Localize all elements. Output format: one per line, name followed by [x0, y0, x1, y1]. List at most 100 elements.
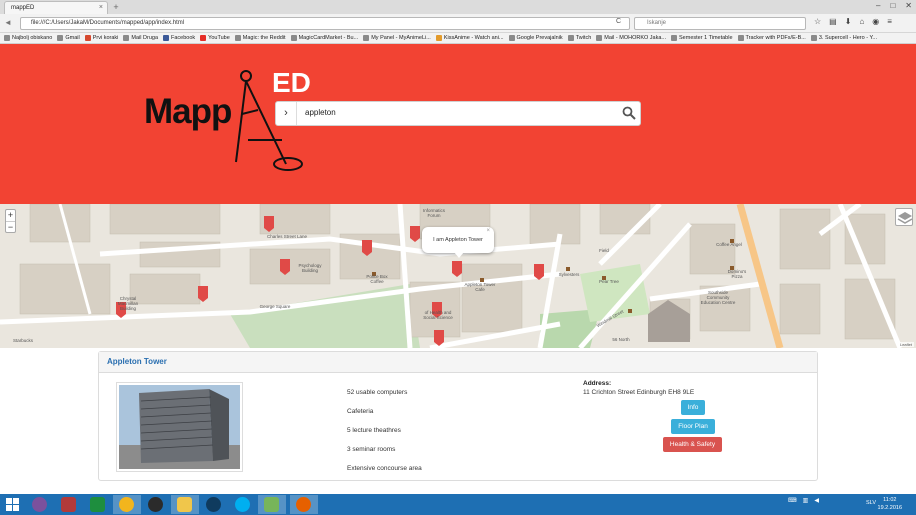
bookmark-item[interactable]: Tracker with PDFs/E-B...	[737, 33, 806, 43]
bookmark-icon	[810, 35, 817, 41]
toolbar-icons: ☆ ▤ ⬇ ⌂ ◉ ≡	[814, 17, 892, 26]
bookmark-item[interactable]: MagicCardMarket - Bu...	[290, 33, 358, 43]
bookmark-icon	[200, 35, 207, 41]
url-input[interactable]: file:///C:/Users/JakaM/Documents/mapped/…	[20, 17, 630, 30]
facility-item: Extensive concourse area	[347, 465, 422, 472]
bookmark-icon	[596, 35, 603, 41]
map-label: Psychology Building	[298, 263, 322, 273]
search-input[interactable]: appleton	[305, 108, 336, 117]
browser-tab[interactable]: mappED ×	[4, 1, 108, 14]
bookmark-star-icon[interactable]: ☆	[814, 17, 821, 26]
zoom-out-button[interactable]: −	[6, 221, 15, 232]
network-icon[interactable]: ▥	[803, 497, 809, 504]
tab-close-icon[interactable]: ×	[99, 4, 103, 11]
building-photo	[116, 382, 243, 472]
facility-item: 5 lecture theathres	[347, 427, 401, 434]
address-value: 11 Crichton Street Edinburgh EH8 9LE	[583, 389, 695, 396]
language-indicator[interactable]: SLV	[866, 500, 876, 506]
popup-close-icon[interactable]: ×	[486, 218, 490, 244]
zoom-in-button[interactable]: +	[6, 210, 15, 221]
download-icon[interactable]: ⬇	[845, 17, 852, 26]
facility-item: 3 seminar rooms	[347, 446, 396, 453]
floor-plan-button[interactable]: Floor Plan	[671, 419, 715, 434]
map-label: Southside Community Education Centre	[700, 290, 736, 305]
maximize-icon[interactable]: □	[890, 0, 895, 12]
bookmark-icon	[435, 35, 442, 41]
bookmark-item[interactable]: Mail Druga	[123, 33, 158, 43]
home-icon[interactable]: ⌂	[859, 17, 864, 26]
bookmarks-bar: Najbolj obiskano Gmail Prvi koraki Mail …	[0, 33, 916, 44]
map-label: Sylvesters	[558, 272, 580, 277]
bookmark-item[interactable]: Najbolj obiskano	[4, 33, 52, 43]
bookmark-icon	[671, 35, 678, 41]
bookmark-item[interactable]: 3. Supercell - Hero - Y...	[810, 33, 877, 43]
close-window-icon[interactable]: ✕	[905, 0, 912, 12]
bookmark-icon	[508, 35, 515, 41]
firefox-icon[interactable]	[290, 495, 318, 514]
reading-list-icon[interactable]: ▤	[829, 17, 837, 26]
map-label: Chrystal Macmillan Building	[117, 296, 139, 311]
keyboard-icon[interactable]: ⌨	[788, 497, 797, 504]
search-toggle-button[interactable]: ›	[276, 102, 297, 125]
map-label: Domino's Pizza	[727, 269, 747, 279]
reload-icon[interactable]: C	[616, 18, 621, 25]
window-controls: – □ ✕	[876, 0, 912, 12]
bookmark-item[interactable]: Twitch	[567, 33, 591, 43]
pocket-icon[interactable]: ◉	[872, 17, 879, 26]
search-box: › appleton	[275, 101, 641, 126]
map-label: Field	[599, 248, 609, 253]
popup-tip	[454, 252, 464, 258]
map-label: Informatics Forum	[422, 208, 445, 218]
volume-icon[interactable]: ◀	[814, 497, 819, 504]
clock[interactable]: 11:02 19.2.2016	[878, 496, 902, 512]
browser-titlebar: mappED × + – □ ✕	[0, 0, 916, 14]
bookmark-item[interactable]: Prvi koraki	[84, 33, 118, 43]
info-button[interactable]: Info	[681, 400, 705, 415]
bookmark-item[interactable]: Mail - MOHORKO Jaka...	[596, 33, 666, 43]
steam-icon[interactable]	[200, 495, 228, 514]
bookmark-item[interactable]: Gmail	[57, 33, 80, 43]
bookmark-item[interactable]: Semester 1 Timetable	[671, 33, 733, 43]
popup-text: I am Appleton Tower	[433, 237, 483, 243]
map-label: 56 North	[612, 337, 630, 342]
viber-icon[interactable]	[26, 495, 54, 514]
bookmark-item[interactable]: Magic: the Reddit	[234, 33, 286, 43]
skype-icon[interactable]	[229, 495, 257, 514]
back-icon[interactable]: ◄	[4, 18, 12, 27]
bookmark-icon	[123, 35, 130, 41]
game-icon[interactable]	[55, 495, 83, 514]
zoom-control: + −	[5, 209, 16, 233]
map-label: Charles Street Lane	[266, 234, 308, 239]
system-tray: ⌨ ▥ ◀	[788, 497, 819, 504]
bookmark-item[interactable]: Google Prevajalnik	[508, 33, 563, 43]
map-popup: I am Appleton Tower ×	[422, 227, 494, 258]
bookmark-item[interactable]: KissAnime - Watch ani...	[435, 33, 504, 43]
facility-list: 52 usable computers Cafeteria 5 lecture …	[347, 389, 422, 484]
building-title: Appleton Tower	[99, 352, 817, 373]
layers-button[interactable]	[895, 208, 913, 226]
map-label: Coffee Angel	[716, 242, 742, 247]
chrome-icon[interactable]	[113, 495, 141, 514]
image-icon[interactable]	[258, 495, 286, 514]
clock-date: 19.2.2016	[877, 505, 902, 511]
new-tab-button[interactable]: +	[110, 2, 122, 12]
spreadsheet-icon[interactable]	[84, 495, 112, 514]
minimize-icon[interactable]: –	[876, 0, 880, 12]
compass-logo-icon	[235, 70, 303, 171]
menu-icon[interactable]: ≡	[887, 17, 892, 26]
folder-icon[interactable]	[171, 495, 199, 514]
windows-start-icon[interactable]	[6, 498, 19, 511]
health-safety-button[interactable]: Health & Safety	[663, 437, 722, 452]
browser-search-input[interactable]: Iskanje	[634, 17, 806, 30]
bookmark-item[interactable]: My Panel - MyAnimeLi...	[363, 33, 431, 43]
layers-icon	[897, 212, 913, 224]
bookmark-icon	[84, 35, 91, 41]
map-view[interactable]: + − Informatics Forum Charles Street Lan…	[0, 204, 916, 348]
bookmark-item[interactable]: YouTube	[200, 33, 230, 43]
help-icon[interactable]	[142, 495, 170, 514]
bookmark-icon	[567, 35, 574, 41]
map-tiles	[0, 204, 903, 348]
bookmark-item[interactable]: Facebook	[163, 33, 195, 43]
map-attribution[interactable]: Leaflet	[897, 342, 914, 347]
search-icon[interactable]	[622, 106, 636, 120]
